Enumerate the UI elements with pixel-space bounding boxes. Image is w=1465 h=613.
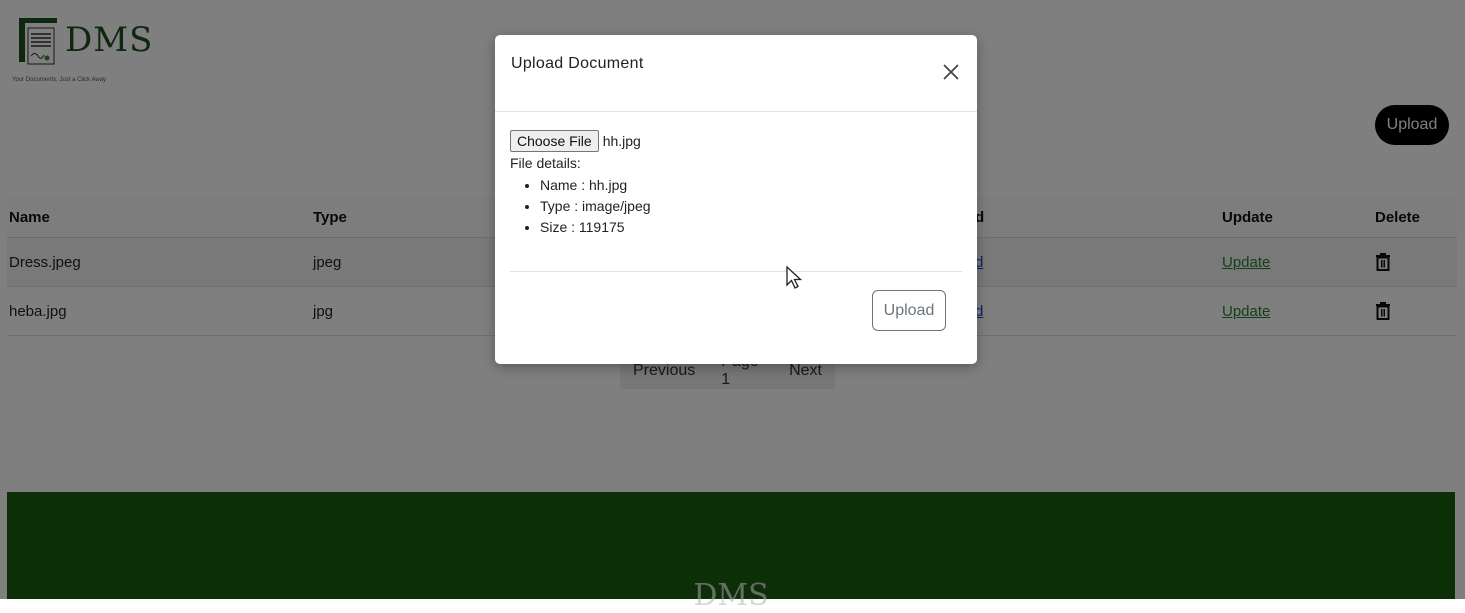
modal-divider <box>510 271 962 272</box>
upload-document-modal: Upload Document Choose File hh.jpg File … <box>495 35 977 364</box>
file-details-label: File details: <box>510 155 581 171</box>
modal-upload-button[interactable]: Upload <box>872 290 946 331</box>
modal-title: Upload Document <box>511 55 644 72</box>
file-detail-name: Name : hh.jpg <box>540 175 962 196</box>
choose-file-button[interactable]: Choose File <box>510 130 599 152</box>
file-details-list: Name : hh.jpg Type : image/jpeg Size : 1… <box>510 175 962 238</box>
file-detail-size: Size : 119175 <box>540 217 962 238</box>
modal-body: Choose File hh.jpg File details: Name : … <box>510 128 962 238</box>
selected-file-name: hh.jpg <box>602 133 641 149</box>
close-icon[interactable] <box>941 62 961 82</box>
file-detail-type: Type : image/jpeg <box>540 196 962 217</box>
mouse-pointer-icon <box>786 265 803 289</box>
modal-header: Upload Document <box>495 35 977 112</box>
file-input[interactable]: Choose File hh.jpg <box>510 128 962 154</box>
